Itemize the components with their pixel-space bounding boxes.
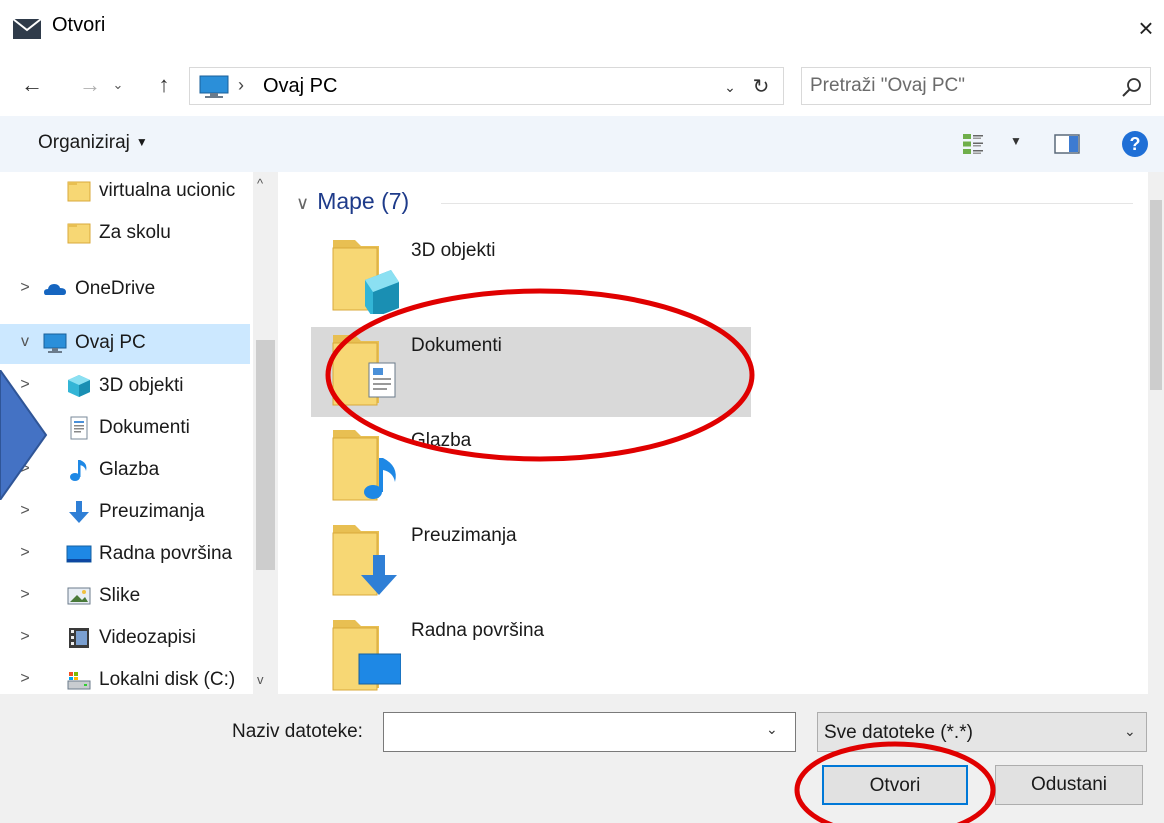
navigation-bar: ← → ⌄ ↑ › Ovaj PC ⌄ ↻	[0, 60, 1164, 110]
sidebar-item-label: Ovaj PC	[75, 332, 146, 353]
folder-label: Radna površina	[411, 620, 545, 641]
sidebar-item-label: Lokalni disk (C:)	[99, 669, 236, 690]
sidebar-item-onedrive[interactable]: > OneDrive	[0, 270, 250, 310]
sidebar-item-videozapisi[interactable]: > Videozapisi	[0, 619, 250, 659]
help-icon[interactable]: ?	[1122, 131, 1148, 157]
expand-arrow[interactable]: >	[16, 670, 34, 688]
folder-download-arrow-icon	[329, 519, 401, 599]
command-bar: Organiziraj ▼ ▼ ?	[0, 116, 1164, 172]
title-bar: Otvori ×	[0, 0, 1164, 60]
expand-arrow[interactable]: >	[16, 279, 34, 297]
refresh-button[interactable]: ↻	[748, 72, 774, 102]
sidebar-item-slike[interactable]: > Slike	[0, 577, 250, 617]
computer-icon	[199, 75, 229, 98]
sidebar-item-label: virtualna ucionic	[99, 180, 236, 201]
filename-label: Naziv datoteke:	[232, 721, 363, 742]
folder-item[interactable]: Radna površina	[311, 612, 751, 702]
local-disk-icon	[66, 667, 92, 693]
chevron-down-icon: ▼	[135, 135, 148, 149]
sidebar-item-virtualna-ucionic[interactable]: virtualna ucionic	[0, 172, 250, 212]
filename-combobox[interactable]: ⌄	[383, 712, 796, 752]
sidebar-item-label: Radna površina	[99, 543, 233, 564]
folders-group-header[interactable]: ∨ Mape (7)	[296, 188, 409, 215]
expand-arrow[interactable]: >	[16, 502, 34, 520]
folder-documents-icon	[329, 329, 401, 409]
breadcrumb-this-pc[interactable]: Ovaj PC	[263, 75, 337, 98]
sidebar-item-label: Glazba	[99, 459, 160, 480]
onedrive-icon	[42, 276, 68, 302]
video-icon	[66, 625, 92, 651]
sidebar-item-za-skolu[interactable]: Za skolu	[0, 214, 250, 254]
expand-arrow[interactable]: >	[16, 544, 34, 562]
view-options-dropdown[interactable]: ▼	[1010, 134, 1022, 148]
navigation-pane-scroll-thumb[interactable]	[256, 340, 275, 570]
group-label: Mape (7)	[317, 188, 410, 214]
content-scroll-thumb[interactable]	[1150, 200, 1162, 390]
breadcrumb-separator: ›	[238, 75, 244, 95]
folder-icon	[66, 220, 92, 246]
sidebar-item-label: Za skolu	[99, 222, 171, 243]
organize-menu-button[interactable]: Organiziraj ▼	[38, 132, 148, 154]
recent-locations-button[interactable]: ⌄	[108, 68, 128, 102]
sidebar-item-label: Dokumenti	[99, 417, 190, 438]
download-arrow-icon	[66, 499, 92, 525]
cube-3d-icon	[66, 373, 92, 399]
folder-cube-3d-icon	[329, 234, 401, 318]
envelope-icon	[12, 18, 42, 39]
folder-label: 3D objekti	[411, 240, 496, 261]
search-icon[interactable]	[1120, 75, 1144, 99]
expand-arrow[interactable]: >	[16, 586, 34, 604]
sidebar-item-label: Slike	[99, 585, 141, 606]
filename-dropdown-button[interactable]: ⌄	[766, 721, 778, 738]
close-button[interactable]: ×	[1128, 6, 1164, 50]
expand-arrow[interactable]: v	[16, 333, 34, 351]
folder-icon	[66, 178, 92, 204]
folder-label: Glazba	[411, 430, 472, 451]
sidebar-item-label: 3D objekti	[99, 375, 184, 396]
filename-input[interactable]	[388, 717, 748, 747]
folder-item[interactable]: Dokumenti	[311, 327, 751, 417]
file-type-value: Sve datoteke (*.*)	[824, 722, 973, 743]
documents-icon	[66, 415, 92, 441]
sidebar-item-label: OneDrive	[75, 278, 156, 299]
folder-item[interactable]: Glazba	[311, 422, 751, 512]
expand-arrow[interactable]: >	[16, 628, 34, 646]
back-button[interactable]: ←	[18, 68, 46, 102]
preview-pane-icon[interactable]	[1054, 134, 1080, 154]
cancel-button[interactable]: Odustani	[995, 765, 1143, 805]
sidebar-item-label: Preuzimanja	[99, 501, 205, 522]
computer-icon	[42, 330, 68, 356]
sidebar-item-radna-površina[interactable]: > Radna površina	[0, 535, 250, 575]
folder-desktop-icon	[329, 614, 402, 694]
up-button[interactable]: ↑	[150, 68, 178, 102]
sidebar-item-ovaj-pc[interactable]: v Ovaj PC	[0, 324, 250, 364]
sidebar-item-lokalni-disk-c[interactable]: > Lokalni disk (C:)	[0, 661, 250, 694]
folder-item[interactable]: Preuzimanja	[311, 517, 751, 607]
window-title: Otvori	[52, 14, 106, 36]
scroll-down-arrow[interactable]: v	[257, 672, 264, 687]
folder-label: Preuzimanja	[411, 525, 517, 546]
search-box[interactable]	[801, 67, 1151, 105]
folder-item[interactable]: 3D objekti	[311, 232, 751, 322]
scroll-up-arrow[interactable]: ^	[257, 176, 263, 191]
open-button[interactable]: Otvori	[822, 765, 968, 805]
chevron-down-icon: ⌄	[1124, 723, 1136, 739]
chevron-down-icon: ∨	[296, 193, 310, 213]
group-divider	[441, 203, 1133, 204]
sidebar-item-label: Videozapisi	[99, 627, 196, 648]
folder-music-note-icon	[329, 424, 401, 504]
address-bar[interactable]: › Ovaj PC ⌄ ↻	[189, 67, 784, 105]
change-view-icon[interactable]	[962, 133, 984, 155]
pictures-icon	[66, 583, 92, 609]
forward-button[interactable]: →	[76, 68, 104, 102]
organize-label: Organiziraj	[38, 132, 130, 153]
file-type-select[interactable]: Sve datoteke (*.*) ⌄	[817, 712, 1147, 752]
pointer-arrow-shape	[0, 370, 48, 500]
music-note-icon	[66, 457, 92, 483]
folder-label: Dokumenti	[411, 335, 502, 356]
desktop-icon	[66, 541, 92, 567]
address-dropdown-button[interactable]: ⌄	[718, 74, 742, 100]
search-input[interactable]	[810, 70, 1110, 102]
